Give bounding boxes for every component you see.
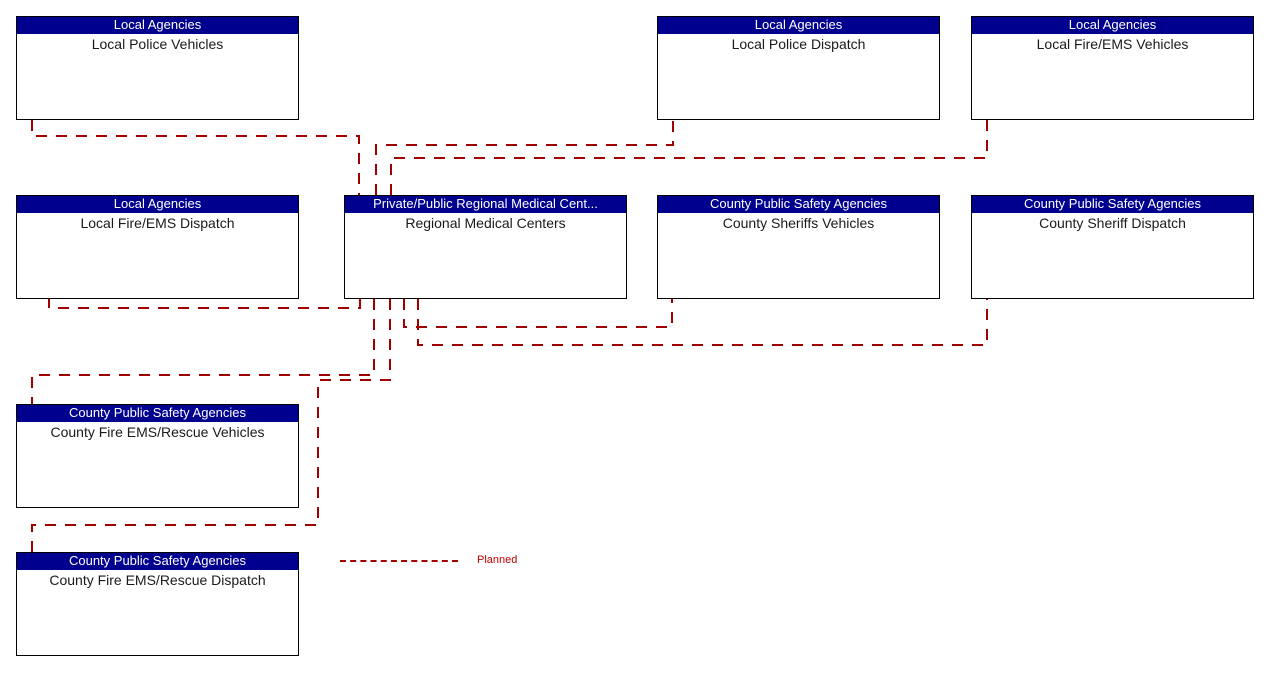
connector-rmc-to-local-fire-ems-dispatch	[48, 299, 361, 309]
legend: Planned	[340, 552, 540, 572]
legend-planned-line-icon	[340, 560, 458, 562]
node-title: County Sheriffs Vehicles	[722, 215, 875, 231]
node-title: Local Fire/EMS Vehicles	[1036, 36, 1189, 52]
node-local-police-dispatch[interactable]: Local Agencies Local Police Dispatch	[657, 16, 940, 120]
node-stakeholder-header: County Public Safety Agencies	[658, 196, 939, 213]
node-county-fire-ems-rescue-vehicles[interactable]: County Public Safety Agencies County Fire…	[16, 404, 299, 508]
node-stakeholder-header: Local Agencies	[17, 196, 298, 213]
node-local-fire-ems-vehicles[interactable]: Local Agencies Local Fire/EMS Vehicles	[971, 16, 1254, 120]
node-county-sheriff-dispatch[interactable]: County Public Safety Agencies County Sher…	[971, 195, 1254, 299]
node-title: Local Fire/EMS Dispatch	[80, 215, 235, 231]
node-title: Local Police Vehicles	[91, 36, 224, 52]
node-stakeholder-header: Local Agencies	[17, 17, 298, 34]
connector-rmc-to-county-sheriff-dispatch	[417, 299, 988, 346]
node-local-fire-ems-dispatch[interactable]: Local Agencies Local Fire/EMS Dispatch	[16, 195, 299, 299]
connector-rmc-to-local-police-vehicles	[31, 120, 360, 195]
interconnect-diagram: Local Agencies Local Police Vehicles Local…	[0, 0, 1267, 673]
node-title: County Fire EMS/Rescue Dispatch	[49, 572, 266, 588]
node-stakeholder-header: County Public Safety Agencies	[17, 553, 298, 570]
node-stakeholder-header: Local Agencies	[658, 17, 939, 34]
node-county-fire-ems-rescue-dispatch[interactable]: County Public Safety Agencies County Fire…	[16, 552, 299, 656]
legend-planned-label: Planned	[477, 554, 518, 566]
node-county-sheriffs-vehicles[interactable]: County Public Safety Agencies County Sher…	[657, 195, 940, 299]
connector-rmc-to-local-police-dispatch	[375, 120, 674, 195]
node-title: County Sheriff Dispatch	[1039, 215, 1186, 231]
connector-rmc-to-county-sheriffs-vehicles	[403, 299, 673, 328]
node-stakeholder-header: County Public Safety Agencies	[972, 196, 1253, 213]
node-stakeholder-header: County Public Safety Agencies	[17, 405, 298, 422]
node-stakeholder-header: Local Agencies	[972, 17, 1253, 34]
node-regional-medical-centers[interactable]: Private/Public Regional Medical Cent... R…	[344, 195, 627, 299]
node-stakeholder-header: Private/Public Regional Medical Cent...	[345, 196, 626, 213]
connector-rmc-to-local-fire-ems-vehicles	[390, 120, 988, 195]
node-title: County Fire EMS/Rescue Vehicles	[50, 424, 265, 440]
connector-rmc-to-county-fire-ems-rescue-vehicles	[31, 299, 375, 404]
node-title: Regional Medical Centers	[405, 215, 566, 231]
node-local-police-vehicles[interactable]: Local Agencies Local Police Vehicles	[16, 16, 299, 120]
node-title: Local Police Dispatch	[731, 36, 866, 52]
